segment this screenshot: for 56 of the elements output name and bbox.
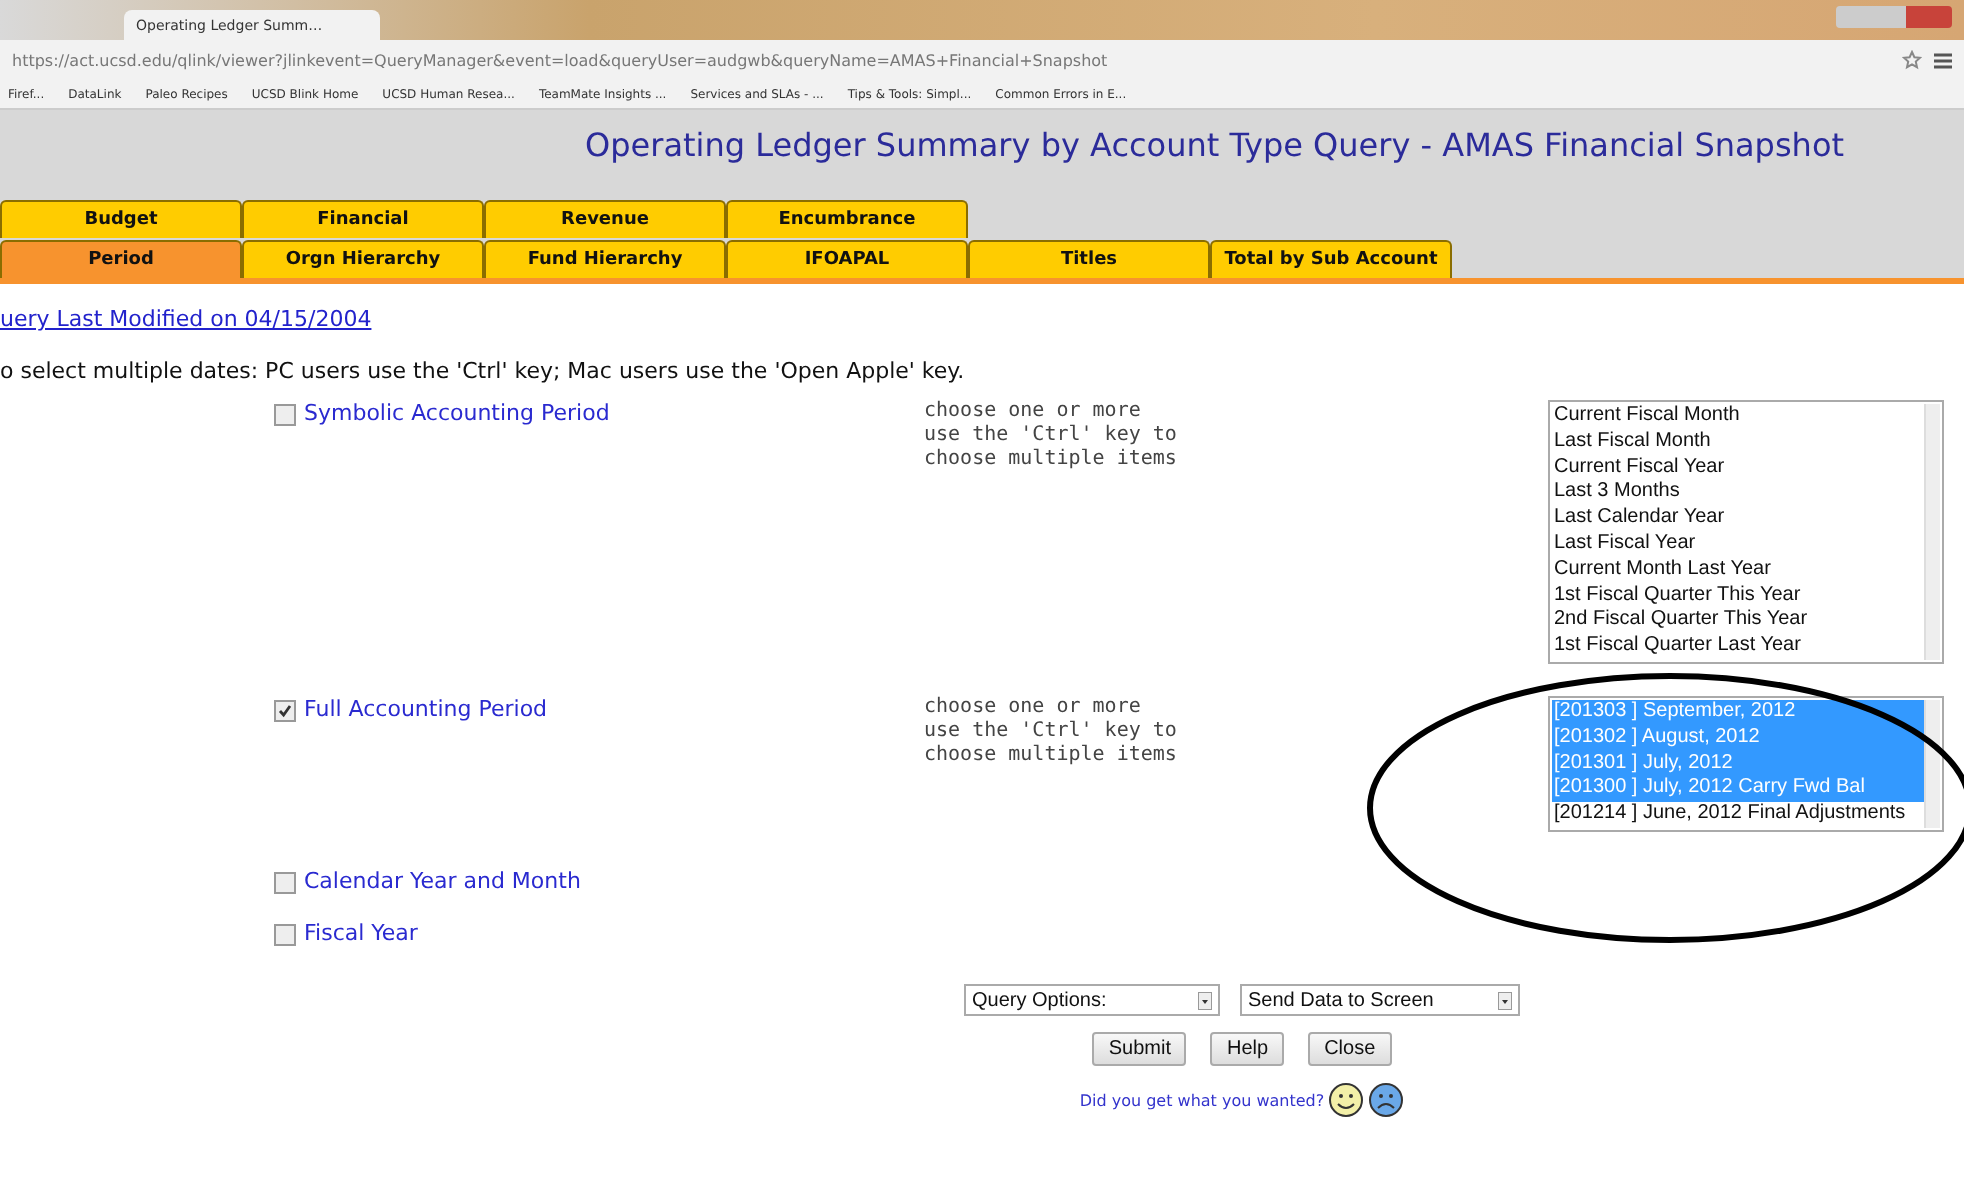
checkbox[interactable] [274,700,296,722]
list-option[interactable]: Last Fiscal Year [1552,531,1924,558]
menu-icon[interactable] [1934,51,1952,69]
nav-tab[interactable]: Budget [0,200,242,238]
dropdown[interactable]: Send Data to Screen [1240,984,1520,1016]
window-controls[interactable] [1836,6,1952,28]
page-title: Operating Ledger Summary by Account Type Query - AMAS Financial Snapshot [583,126,1846,168]
multi-select-list[interactable] [1548,400,1944,664]
nav-tab[interactable]: Financial [242,200,484,238]
list-option[interactable]: 1st Fiscal Quarter This Year [1552,583,1924,609]
last-modified-link[interactable]: uery Last Modified on 04/15/2004 [0,306,372,332]
list-option[interactable]: Current Month Last Year [1552,557,1924,584]
scrollbar[interactable] [1924,700,1940,828]
list-option[interactable]: Last Fiscal Month [1552,429,1924,456]
list-option[interactable]: Last 3 Months [1552,480,1924,507]
form-button[interactable]: Help [1210,1032,1285,1066]
list-option[interactable]: Last Calendar Year [1552,506,1924,532]
nav-tab[interactable]: Orgn Hierarchy [242,240,484,278]
option-label: Calendar Year and Month [304,868,581,894]
hint-text: choose one or more use the 'Ctrl' key to choose multiple items [924,400,1179,474]
checkbox[interactable] [274,872,296,894]
star-icon[interactable] [1902,50,1922,70]
checkmark-icon [278,704,292,718]
nav-tab[interactable]: Titles [968,240,1210,278]
nav-tab[interactable]: Encumbrance [726,200,968,238]
smiley-face-icon[interactable] [1328,1082,1365,1118]
list-option[interactable]: 2nd Fiscal Quarter This Year [1552,608,1924,635]
period-checkbox[interactable]: Symbolic Accounting Period [274,400,924,680]
nav-tab[interactable]: IFOAPAL [726,240,968,278]
nav-tab[interactable]: Revenue [484,200,726,238]
form-button[interactable]: Submit [1092,1032,1187,1066]
nav-tab[interactable]: Fund Hierarchy [484,240,726,278]
list-option[interactable]: Current Fiscal Month [1552,404,1924,430]
period-checkbox[interactable]: Fiscal Year [274,920,924,956]
dropdown[interactable]: Query Options: [964,984,1220,1016]
option-label: Symbolic Accounting Period [304,400,610,426]
instructions-text: o select multiple dates: PC users use the 'Ctrl' key; Mac users use the 'Open Apple' key. [0,358,967,384]
scrollbar[interactable] [1924,404,1940,660]
feedback-question: Did you get what you wanted? [1079,1091,1325,1109]
nav-tab[interactable]: Total by Sub Account [1210,240,1452,278]
hint-text: choose one or more use the 'Ctrl' key to choose multiple items [924,696,1179,770]
checkbox[interactable] [274,924,296,946]
period-checkbox[interactable]: Full Accounting Period [274,696,924,852]
caret-icon [1498,991,1512,1009]
list-option[interactable]: [201214 ] June, 2012 Final Adjustments [1552,802,1924,828]
caret-icon [1198,991,1212,1009]
period-checkbox[interactable]: Calendar Year and Month [274,868,924,904]
nav-tab[interactable]: Period [0,240,242,278]
list-option[interactable]: Current Fiscal Year [1552,455,1924,481]
form-button[interactable]: Close [1308,1032,1392,1066]
option-label: Fiscal Year [304,920,418,946]
option-label: Full Accounting Period [304,696,548,722]
multi-select-list[interactable]: [201303 ] September, 2012 [201302 ] August, 2012 [201301 ] July, 2012 [201300 ] July, 2012 Carry Fwd Bal [201214 ] June, 2012 Final Adjustments [1548,696,1944,832]
list-option[interactable]: 1st Fiscal Quarter Last Year [1552,634,1924,660]
checkbox[interactable] [274,404,296,426]
sad-face-icon[interactable] [1368,1082,1405,1118]
